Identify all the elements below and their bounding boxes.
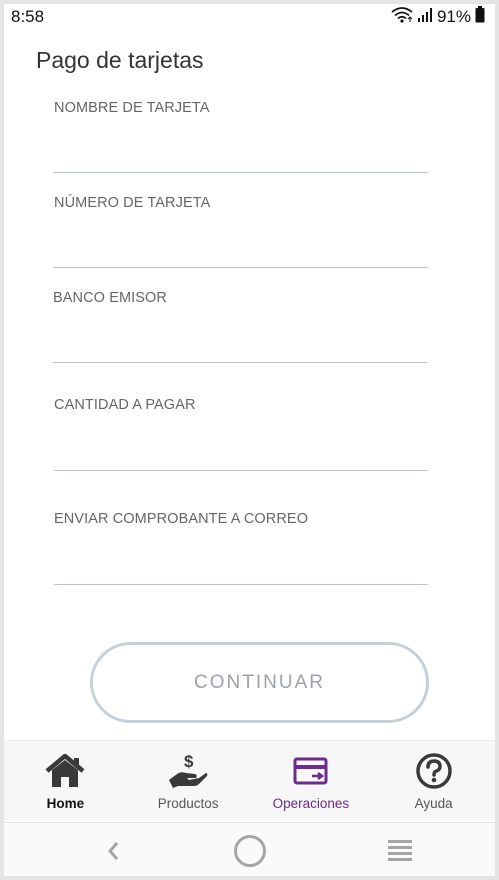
bottom-nav: Home $ Productos Operaciones Ayuda — [4, 740, 495, 820]
card-number-input[interactable] — [54, 234, 428, 268]
status-bar: 8:58 91% — [4, 4, 495, 30]
app-screen: 8:58 91% Pago de tarjetas NOMBRE DE TARJ… — [4, 4, 495, 876]
card-transfer-icon — [289, 751, 333, 791]
field-card-number: NÚMERO DE TARJETA — [54, 195, 428, 268]
issuing-bank-input[interactable] — [53, 329, 427, 363]
field-issuing-bank: BANCO EMISOR — [53, 290, 427, 363]
field-label: CANTIDAD A PAGAR — [54, 397, 196, 413]
wifi-icon — [391, 6, 413, 28]
page-title: Pago de tarjetas — [36, 47, 204, 73]
nav-label-home: Home — [46, 796, 85, 811]
nav-item-productos[interactable]: $ Productos — [127, 741, 250, 820]
home-circle-icon[interactable] — [230, 831, 270, 871]
hand-money-icon: $ — [166, 751, 210, 791]
nav-label-operaciones: Operaciones — [272, 796, 350, 811]
field-label: BANCO EMISOR — [53, 290, 167, 306]
field-label: NOMBRE DE TARJETA — [54, 100, 210, 116]
battery-icon — [475, 6, 485, 28]
nav-item-ayuda[interactable]: Ayuda — [372, 741, 495, 820]
continue-button[interactable]: CONTINUAR — [90, 642, 429, 723]
field-card-name: NOMBRE DE TARJETA — [54, 100, 428, 173]
field-label: ENVIAR COMPROBANTE A CORREO — [54, 511, 309, 527]
nav-item-operaciones[interactable]: Operaciones — [250, 741, 373, 820]
recents-icon[interactable] — [380, 831, 420, 871]
status-icons: 91% — [391, 6, 485, 28]
svg-text:$: $ — [184, 752, 194, 771]
nav-item-home[interactable]: Home — [4, 741, 127, 820]
signal-icon — [417, 7, 433, 28]
back-icon[interactable] — [94, 831, 134, 871]
help-icon — [412, 751, 456, 791]
amount-input[interactable] — [54, 437, 428, 471]
email-receipt-input[interactable] — [54, 551, 428, 585]
field-email-receipt: ENVIAR COMPROBANTE A CORREO — [54, 511, 428, 585]
battery-percent: 91% — [436, 7, 471, 26]
status-time: 8:58 — [11, 7, 45, 26]
field-amount: CANTIDAD A PAGAR — [54, 397, 428, 471]
home-icon — [43, 751, 87, 791]
nav-label-ayuda: Ayuda — [414, 796, 453, 811]
field-label: NÚMERO DE TARJETA — [54, 195, 211, 211]
card-name-input[interactable] — [54, 139, 428, 173]
system-nav-bar — [4, 822, 495, 876]
nav-label-productos: Productos — [157, 796, 219, 811]
